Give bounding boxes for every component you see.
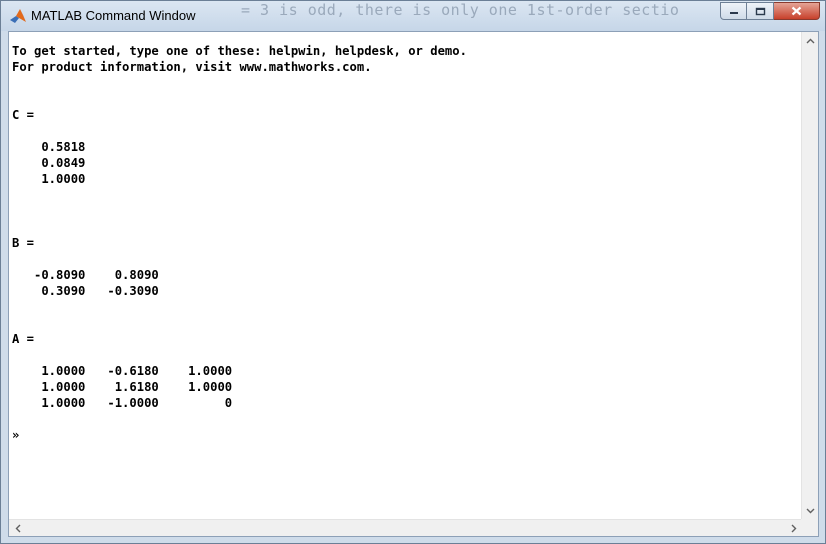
console-line: 0.0849	[12, 156, 86, 170]
console-line: 1.0000	[12, 172, 86, 186]
chevron-down-icon	[806, 508, 815, 513]
scroll-down-button[interactable]	[802, 502, 819, 519]
console-line: 1.0000 -1.0000 0	[12, 396, 233, 410]
console-line: 1.0000 1.6180 1.0000	[12, 380, 233, 394]
console-output[interactable]: To get started, type one of these: helpw…	[12, 43, 802, 513]
scroll-up-button[interactable]	[802, 32, 819, 49]
maximize-button[interactable]	[747, 2, 774, 20]
title-bar[interactable]: = 3 is odd, there is only one 1st-order …	[1, 1, 825, 31]
console-line: To get started, type one of these: helpw…	[12, 44, 467, 58]
close-icon	[791, 6, 802, 16]
scrollbar-corner	[801, 519, 818, 536]
command-prompt[interactable]: »	[12, 428, 19, 442]
scroll-left-button[interactable]	[9, 520, 26, 537]
minimize-icon	[729, 12, 738, 14]
console-line: -0.8090 0.8090	[12, 268, 159, 282]
console-line: 0.3090 -0.3090	[12, 284, 159, 298]
horizontal-scrollbar[interactable]	[9, 519, 802, 536]
close-button[interactable]	[774, 2, 820, 20]
scroll-right-button[interactable]	[785, 520, 802, 537]
title-bar-background-text: = 3 is odd, there is only one 1st-order …	[241, 1, 680, 19]
matlab-logo-icon	[10, 9, 26, 23]
window-controls	[720, 2, 820, 20]
console-line: A =	[12, 332, 35, 346]
vertical-scrollbar[interactable]	[801, 32, 818, 519]
chevron-left-icon	[15, 524, 20, 533]
console-line: B =	[12, 236, 35, 250]
console-line: 1.0000 -0.6180 1.0000	[12, 364, 233, 378]
command-window-area[interactable]: To get started, type one of these: helpw…	[8, 31, 819, 537]
console-line: For product information, visit www.mathw…	[12, 60, 372, 74]
maximize-icon	[755, 7, 765, 15]
window-title: MATLAB Command Window	[31, 8, 196, 23]
chevron-up-icon	[806, 38, 815, 43]
chevron-right-icon	[791, 524, 796, 533]
console-line: 0.5818	[12, 140, 86, 154]
minimize-button[interactable]	[720, 2, 747, 20]
console-line: C =	[12, 108, 35, 122]
matlab-window: = 3 is odd, there is only one 1st-order …	[0, 0, 826, 544]
